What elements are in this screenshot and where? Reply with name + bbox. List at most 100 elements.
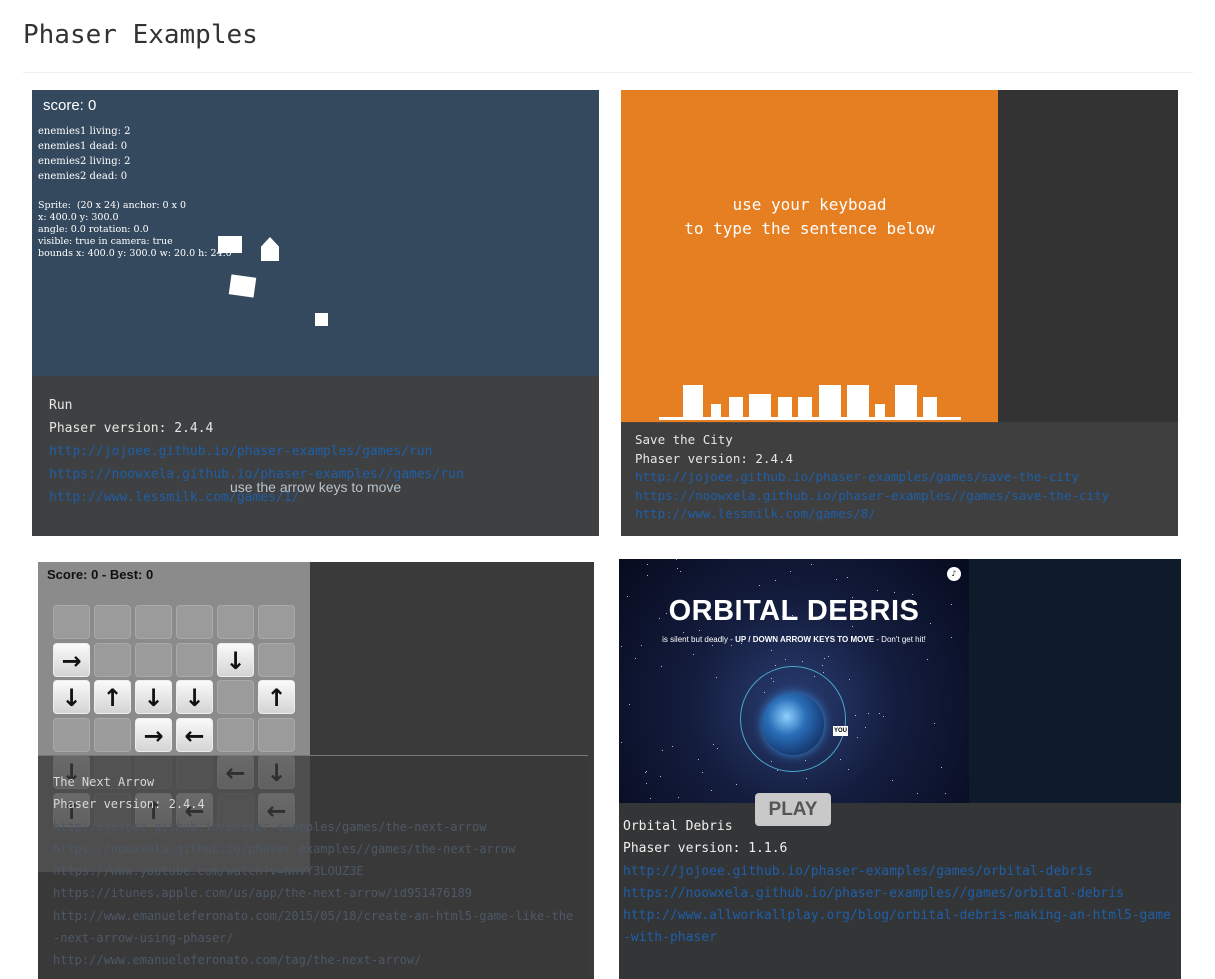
instruction-text: use your keyboad to type the sentence be… — [621, 193, 998, 241]
empty-tile[interactable] — [176, 605, 213, 639]
star — [927, 659, 928, 660]
arrow-tile[interactable]: ← — [176, 717, 213, 752]
arrow-tile[interactable]: ↑ — [94, 680, 131, 714]
game-link[interactable]: https://noowxela.github.io/phaser-exampl… — [623, 883, 1178, 905]
star — [802, 661, 803, 662]
game-card-run[interactable]: score: 0 enemies1 living: 2 enemies1 dea… — [32, 90, 599, 536]
star — [775, 665, 776, 666]
building — [847, 385, 869, 417]
game-link[interactable]: http://jojoee.github.io/phaser-examples/… — [53, 816, 578, 838]
star — [836, 579, 837, 580]
debug-enemies-text: enemies1 living: 2 enemies1 dead: 0 enem… — [38, 126, 131, 182]
empty-tile[interactable] — [135, 605, 172, 639]
empty-tile[interactable] — [53, 717, 90, 752]
game-link[interactable]: https://noowxela.github.io/phaser-exampl… — [53, 838, 578, 860]
empty-tile[interactable] — [258, 717, 295, 752]
star — [849, 679, 850, 680]
star — [828, 656, 829, 657]
star — [824, 658, 825, 659]
star — [698, 759, 699, 760]
arrow-tile[interactable]: ↓ — [217, 642, 254, 677]
star — [731, 645, 732, 646]
star — [823, 672, 824, 673]
empty-tile[interactable] — [176, 642, 213, 677]
speaker-icon[interactable]: ♪ — [947, 567, 961, 581]
star — [711, 790, 712, 791]
game-card-save-the-city[interactable]: use your keyboad to type the sentence be… — [621, 90, 1178, 536]
enemy-sprite — [218, 236, 242, 253]
game-link[interactable]: http://jojoee.github.io/phaser-examples/… — [49, 440, 599, 463]
star — [646, 783, 647, 784]
play-button[interactable]: PLAY — [755, 793, 831, 826]
star — [777, 770, 778, 771]
empty-tile[interactable] — [94, 642, 131, 677]
empty-tile[interactable] — [217, 717, 254, 752]
game-link[interactable]: http://www.lessmilk.com/games/8/ — [635, 505, 1178, 524]
empty-tile[interactable] — [217, 680, 254, 714]
arrow-tile[interactable]: ↓ — [53, 680, 90, 714]
star — [736, 784, 737, 785]
star — [717, 748, 718, 749]
arrow-tile[interactable]: → — [53, 642, 90, 677]
game-link[interactable]: http://jojoee.github.io/phaser-examples/… — [623, 861, 1178, 883]
star — [894, 592, 895, 593]
empty-tile[interactable] — [135, 642, 172, 677]
empty-tile[interactable] — [258, 642, 295, 677]
game-link[interactable]: http://jojoee.github.io/phaser-examples/… — [635, 468, 1178, 487]
phaser-version: Phaser version: 2.4.4 — [49, 421, 214, 436]
star — [877, 590, 878, 591]
star — [712, 645, 713, 646]
game-title: ORBITAL DEBRIS — [668, 595, 920, 627]
star — [811, 564, 812, 565]
game-link[interactable]: https://noowxela.github.io/phaser-exampl… — [635, 487, 1178, 506]
arrow-tile[interactable]: ↑ — [258, 680, 295, 714]
arrow-tile[interactable]: ↓ — [135, 680, 172, 714]
star — [645, 772, 646, 773]
star — [647, 564, 648, 565]
subtitle-pre: is silent but deadly - — [662, 635, 736, 644]
star — [716, 677, 717, 678]
game-card-the-next-arrow[interactable]: Score: 0 - Best: 0 →↓↓↑↓↓↑→←↓←↓↑↑←← The … — [38, 562, 594, 979]
star — [635, 658, 636, 659]
empty-tile[interactable] — [258, 605, 295, 639]
empty-tile[interactable] — [53, 605, 90, 639]
star — [785, 659, 786, 660]
game-link[interactable]: http://www.emanueleferonato.com/2015/05/… — [53, 905, 578, 950]
game-canvas — [621, 90, 998, 423]
star — [771, 650, 772, 651]
game-info-panel: Save the City Phaser version: 2.4.4 http… — [621, 422, 1178, 536]
star — [934, 723, 935, 724]
tree — [798, 397, 812, 417]
arrow-tile[interactable]: ↓ — [176, 680, 213, 714]
arrow-tile[interactable]: → — [135, 717, 172, 752]
game-subtitle: is silent but deadly - UP / DOWN ARROW K… — [619, 635, 969, 644]
star — [917, 793, 918, 794]
empty-tile[interactable] — [94, 605, 131, 639]
star — [855, 715, 856, 716]
star — [879, 713, 880, 714]
game-name: Save the City — [635, 432, 733, 447]
building — [683, 385, 703, 417]
building — [895, 385, 917, 417]
empty-tile[interactable] — [217, 605, 254, 639]
game-score-text: score: 0 — [43, 97, 97, 114]
star — [759, 585, 760, 586]
star — [621, 742, 622, 743]
empty-tile[interactable] — [94, 717, 131, 752]
game-link[interactable]: http://www.allworkallplay.org/blog/orbit… — [623, 905, 1178, 950]
ground-line — [659, 417, 961, 420]
star — [883, 716, 884, 717]
star — [699, 630, 700, 631]
game-link[interactable]: https://itunes.apple.com/us/app/the-next… — [53, 882, 578, 904]
tree — [711, 404, 721, 417]
enemy-sprite — [315, 313, 328, 326]
star — [857, 737, 858, 738]
star — [702, 772, 703, 773]
building — [749, 394, 771, 417]
star — [629, 704, 630, 705]
game-card-orbital-debris[interactable]: ♪ ORBITAL DEBRIS is silent but deadly - … — [619, 559, 1181, 979]
star — [840, 759, 841, 760]
star — [641, 645, 642, 646]
game-link[interactable]: https://www.youtube.com/watch?v=NhvY3LOU… — [53, 860, 578, 882]
game-link[interactable]: http://www.emanueleferonato.com/tag/the-… — [53, 949, 578, 971]
